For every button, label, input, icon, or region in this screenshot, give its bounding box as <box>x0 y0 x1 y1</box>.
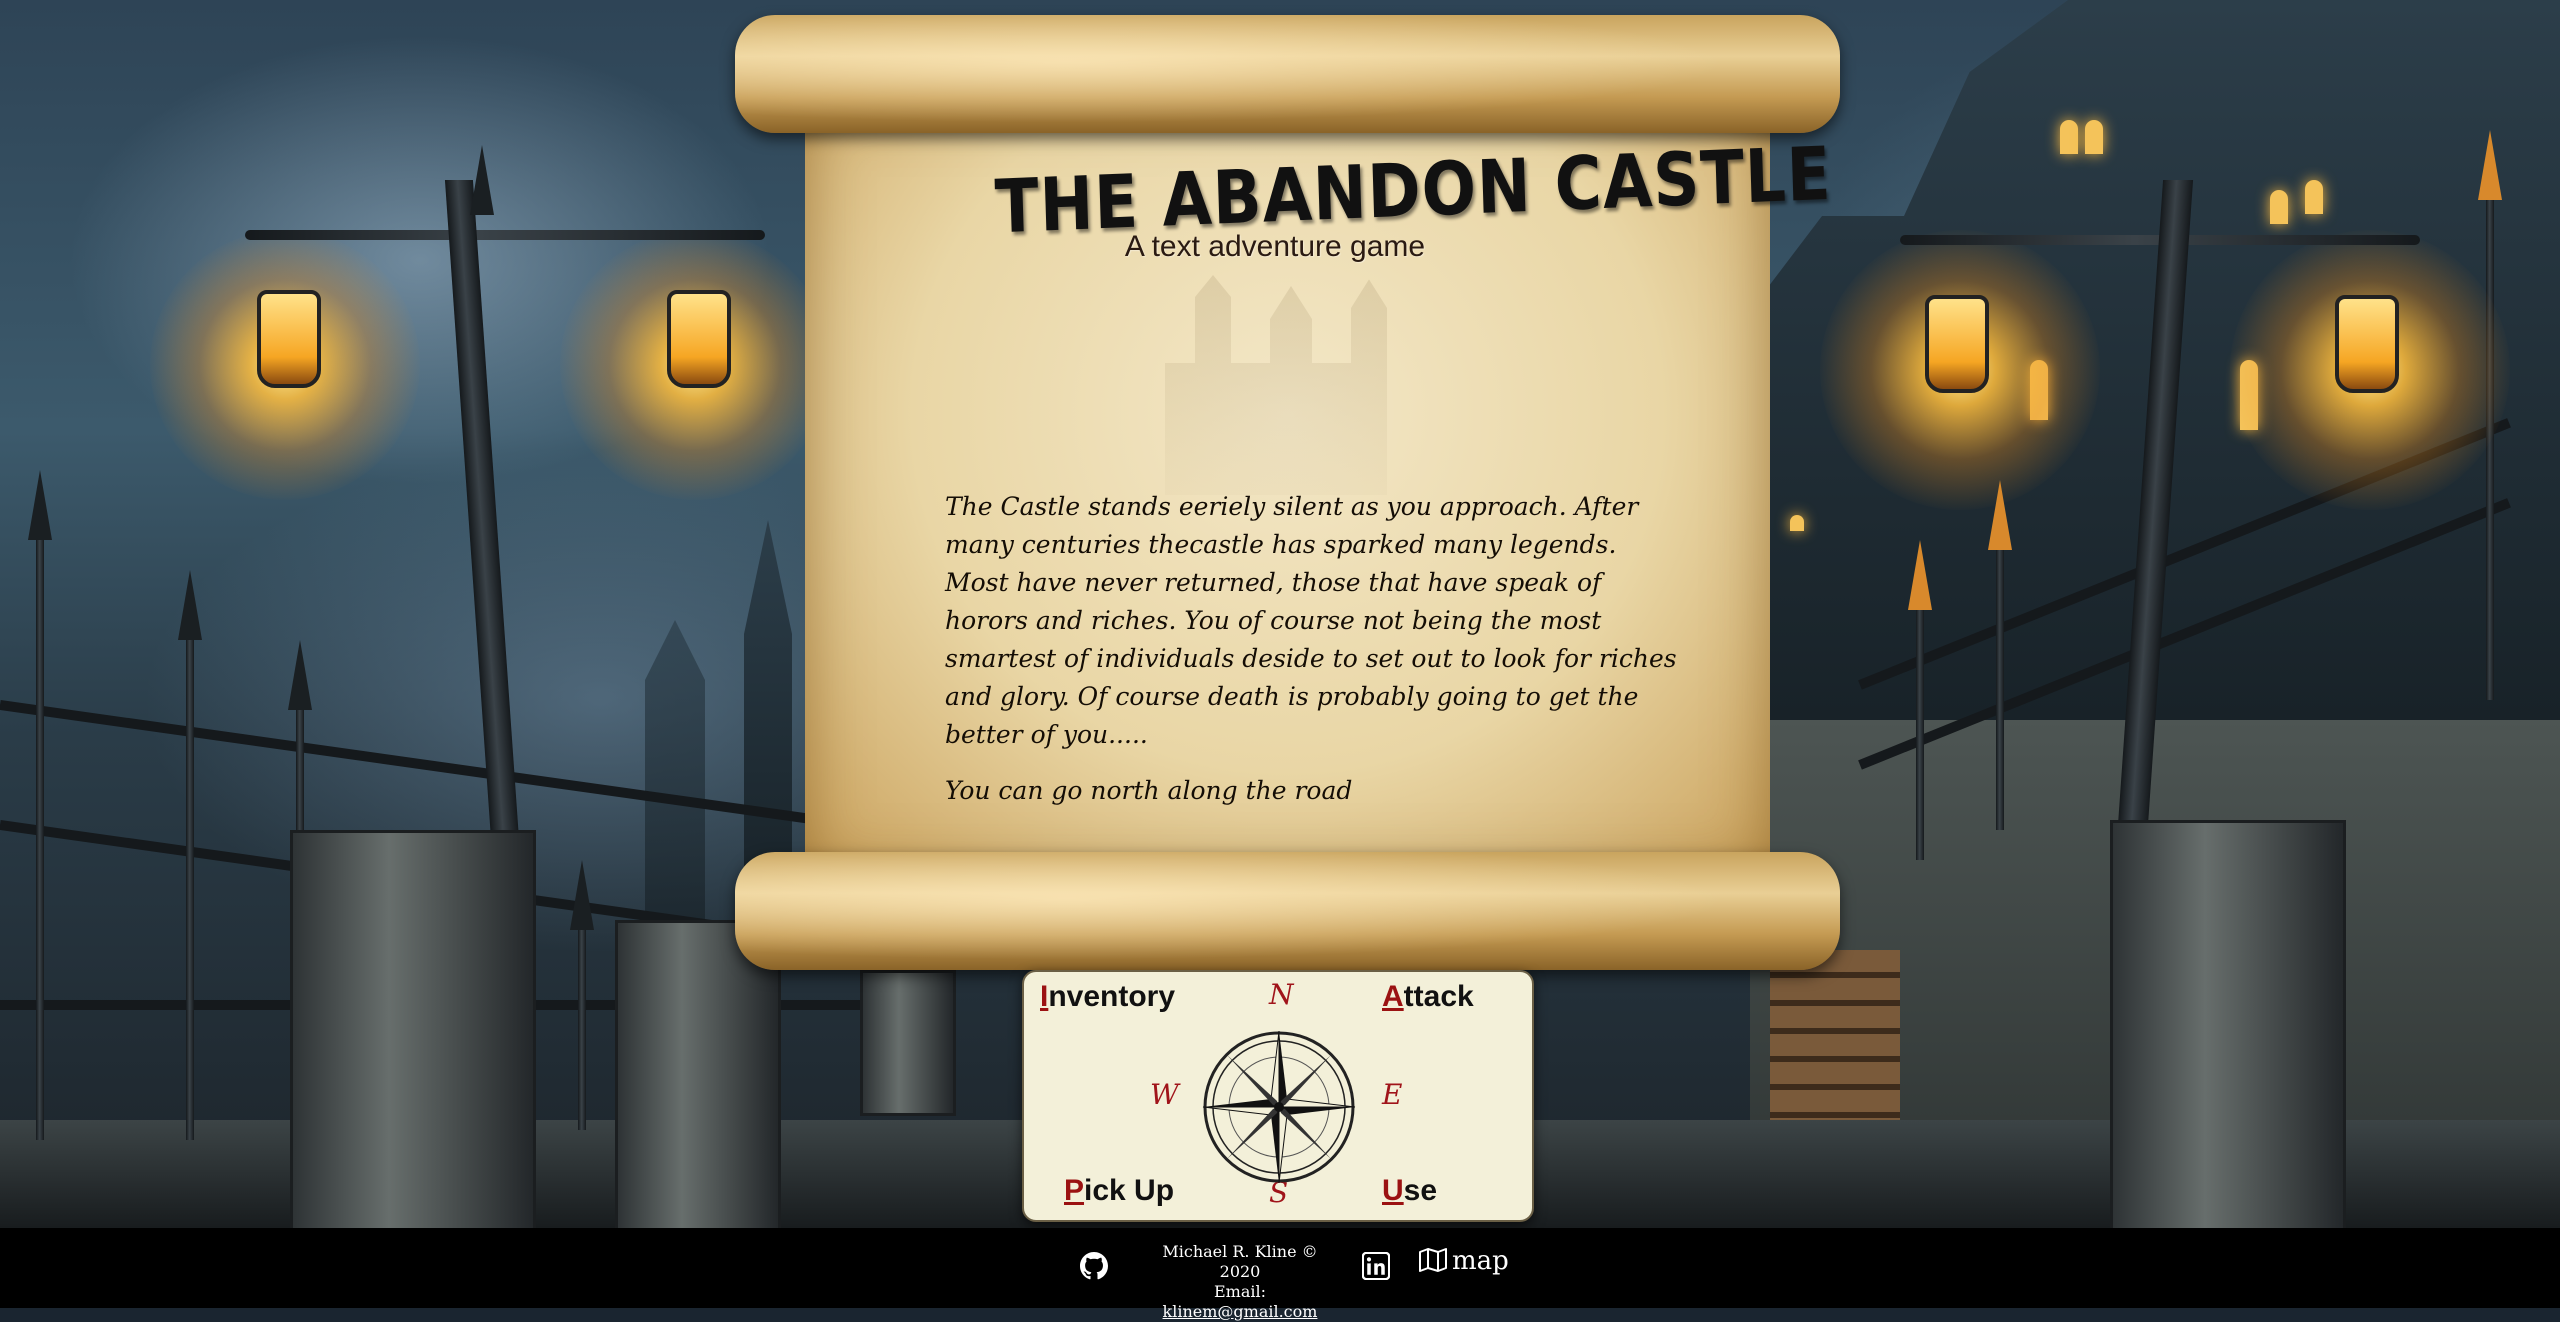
map-button[interactable]: map <box>1418 1246 1509 1276</box>
fence-post <box>1916 610 1924 860</box>
lantern <box>2335 295 2399 393</box>
email-line: Email: klinem@gmail.com <box>1140 1282 1340 1322</box>
stone-pillar <box>290 830 536 1228</box>
lamp-finial <box>470 145 494 215</box>
linkedin-icon[interactable] <box>1362 1252 1390 1280</box>
email-label: Email: <box>1213 1282 1266 1301</box>
north-button[interactable]: N <box>1269 978 1294 1011</box>
fence-spike <box>2478 130 2502 200</box>
castle-window <box>2270 190 2288 224</box>
inventory-button[interactable]: Inventory <box>1040 980 1175 1014</box>
title-block: THE ABANDON CASTLE A text adventure game <box>994 132 1833 264</box>
scroll-bottom-roll <box>735 852 1840 970</box>
lantern <box>257 290 321 388</box>
control-panel: Inventory Attack Pick Up Use N S W E <box>1022 970 1534 1222</box>
east-button[interactable]: E <box>1382 1078 1402 1111</box>
fence-spike <box>1908 540 1932 610</box>
attack-hotkey: A <box>1382 980 1404 1013</box>
pickup-button[interactable]: Pick Up <box>1064 1174 1174 1208</box>
stone-pillar <box>2110 820 2346 1228</box>
pickup-label: ick Up <box>1084 1174 1175 1207</box>
compass-rose-icon <box>1202 1030 1356 1184</box>
use-label: se <box>1403 1174 1438 1207</box>
footer-credit: Michael R. Kline © 2020 Email: klinem@gm… <box>1140 1242 1340 1322</box>
lamp-post <box>444 180 520 840</box>
inventory-label: nventory <box>1048 980 1176 1013</box>
footer: Michael R. Kline © 2020 Email: klinem@gm… <box>0 1228 2560 1321</box>
lantern <box>1925 295 1989 393</box>
castle-window <box>2305 180 2323 214</box>
castle-window <box>2085 120 2103 154</box>
fence-post <box>578 930 586 1130</box>
story-intro: The Castle stands eeriely silent as you … <box>945 492 1677 749</box>
use-hotkey: U <box>1382 1174 1404 1207</box>
west-button[interactable]: W <box>1150 1078 1179 1111</box>
copyright-text: Michael R. Kline © 2020 <box>1162 1242 1318 1281</box>
fence-spike <box>570 860 594 930</box>
github-icon[interactable] <box>1080 1252 1108 1280</box>
fence-post <box>36 540 44 1140</box>
lantern <box>667 290 731 388</box>
use-button[interactable]: Use <box>1382 1174 1437 1208</box>
map-label: map <box>1452 1246 1509 1276</box>
fence-post <box>2486 200 2494 700</box>
scroll-top-roll <box>735 15 1840 133</box>
pickup-hotkey: P <box>1064 1174 1085 1207</box>
castle-window <box>2060 120 2078 154</box>
fence-post <box>1996 550 2004 830</box>
story-text: The Castle stands eeriely silent as you … <box>945 488 1685 828</box>
castle-watermark <box>1165 275 1387 495</box>
stone-pillar <box>860 970 956 1116</box>
distant-tower <box>645 620 705 920</box>
attack-button[interactable]: Attack <box>1382 980 1474 1014</box>
story-exits: You can go north along the road <box>945 776 1353 805</box>
map-icon <box>1419 1248 1447 1272</box>
fence-spike <box>28 470 52 540</box>
fence-spike <box>288 640 312 710</box>
fence-post <box>186 640 194 1140</box>
email-link[interactable]: klinem@gmail.com <box>1163 1302 1318 1321</box>
fence-spike <box>178 570 202 640</box>
attack-label: ttack <box>1403 980 1474 1013</box>
lamp-arm <box>245 230 765 240</box>
